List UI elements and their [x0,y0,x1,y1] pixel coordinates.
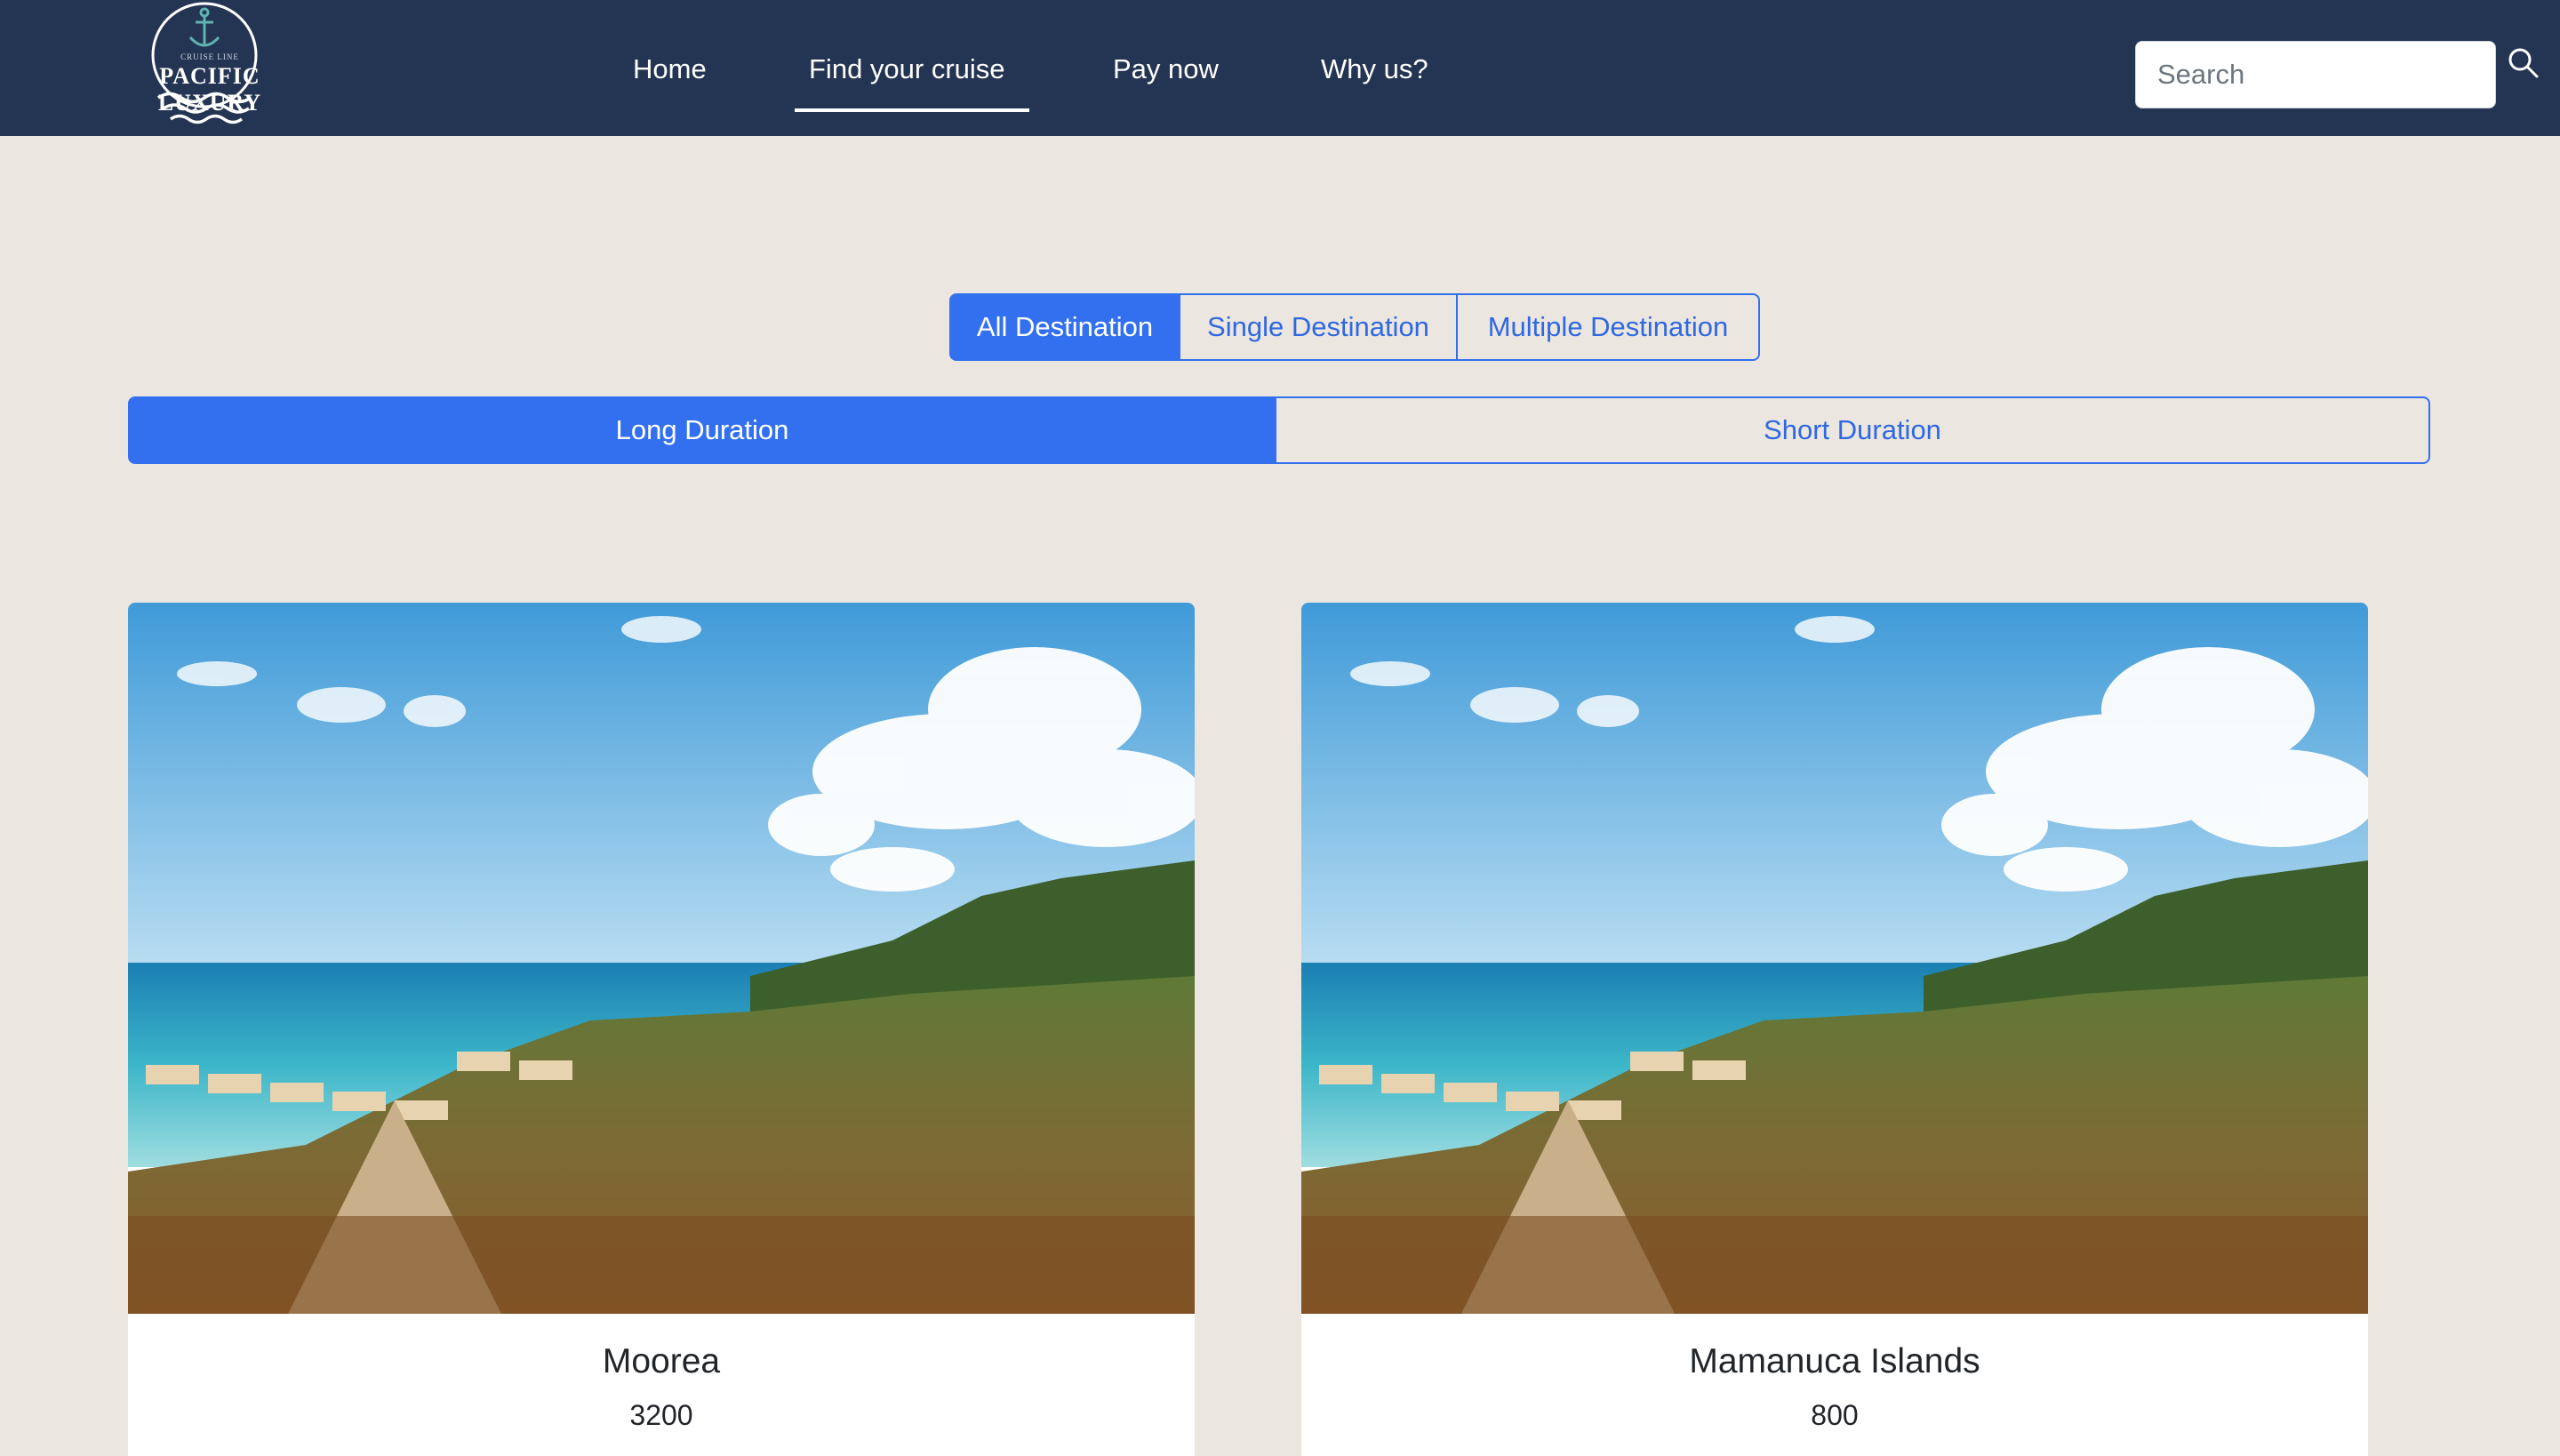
destination-filter: All Destination Single Destination Multi… [949,293,1760,361]
search-input[interactable] [2135,41,2496,108]
brand-name: PACIFIC LUXURY [157,63,262,116]
search-button[interactable] [2507,46,2542,82]
cruise-price: 3200 [629,1399,693,1431]
brand-tagline: CRUISE LINE [180,52,239,61]
destination-photo [128,603,1195,1314]
nav-home[interactable]: Home [633,53,707,85]
navbar: CRUISE LINE PACIFIC LUXURY Home Find you… [0,0,2560,136]
cruise-card[interactable]: Mamanuca Islands 800 [1301,603,2368,1456]
search-icon [2508,48,2539,78]
cruise-name: Moorea [602,1342,721,1380]
nav-find-your-cruise[interactable]: Find your cruise [809,53,1005,85]
filter-multiple-destination[interactable]: Multiple Destination [1456,293,1760,361]
nav-why-us[interactable]: Why us? [1321,53,1428,85]
cruise-name: Mamanuca Islands [1689,1342,1980,1380]
duration-filter: Long Duration Short Duration [128,396,2432,464]
filter-all-destination[interactable]: All Destination [949,293,1180,361]
nav-pay-now[interactable]: Pay now [1113,53,1219,85]
filter-single-destination[interactable]: Single Destination [1179,293,1458,361]
active-nav-indicator [795,108,1029,112]
brand-logo[interactable]: CRUISE LINE PACIFIC LUXURY [107,0,313,133]
cruise-price: 800 [1811,1399,1859,1431]
filter-short-duration[interactable]: Short Duration [1275,396,2430,464]
filter-long-duration[interactable]: Long Duration [128,396,1276,464]
destination-photo [1301,603,2368,1314]
cruise-card[interactable]: Moorea 3200 [128,603,1195,1456]
